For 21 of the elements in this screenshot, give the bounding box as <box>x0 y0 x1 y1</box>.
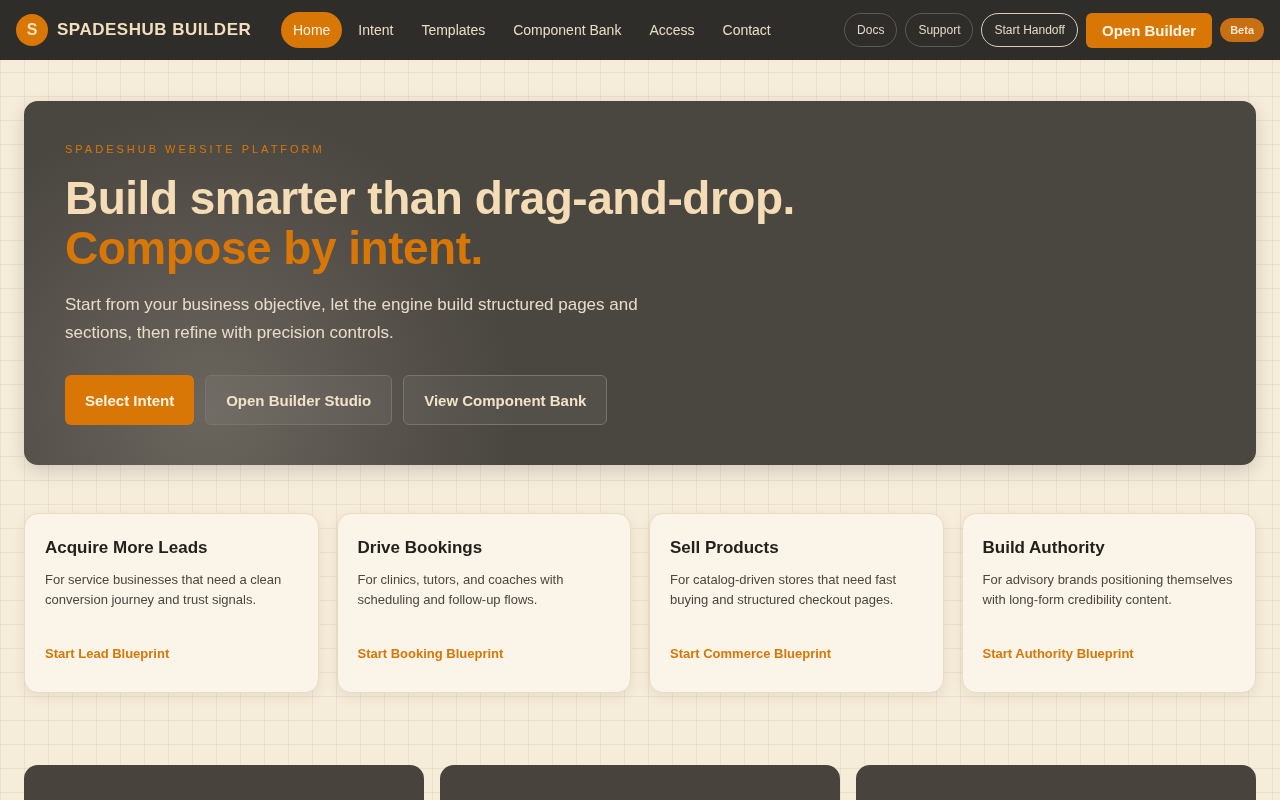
hero-title: Build smarter than drag-and-drop. <box>65 173 796 223</box>
card-title: Sell Products <box>670 538 780 558</box>
beta-badge: Beta <box>1220 18 1264 42</box>
hero-accent-title: Compose by intent. <box>65 223 483 273</box>
brand-name[interactable]: SPADESHUB BUILDER <box>57 20 252 40</box>
hero-button[interactable]: Open Builder Studio <box>205 375 393 425</box>
hero-button[interactable]: View Component Bank <box>403 375 608 425</box>
nav-link[interactable]: Contact <box>710 12 783 48</box>
card-text: For catalog-driven stores that need fast buying and structured checkout pages. <box>670 571 898 609</box>
eyebrow-text: SPADESHUB WEBSITE PLATFORM <box>65 143 326 155</box>
card-title: Build Authority <box>982 538 1106 558</box>
nav-link[interactable]: Component Bank <box>501 12 634 48</box>
nav-link[interactable]: Access <box>637 12 707 48</box>
nav-link[interactable]: Intent <box>346 12 406 48</box>
card-text: For service businesses that need a clean conversion journey and trust signals. <box>45 571 283 609</box>
card-text: For clinics, tutors, and coaches with scheduling and follow-up flows. <box>357 571 565 609</box>
card-text: For advisory brands positioning themselves with long-form credibility content. <box>982 571 1234 609</box>
hero-text: Start from your business objective, let the engine build structured pages and sections, then refine with precision controls. <box>65 294 639 344</box>
card-title: Drive Bookings <box>357 538 484 558</box>
card-title: Acquire More Leads <box>45 538 209 558</box>
nav-link[interactable]: Templates <box>409 12 498 48</box>
